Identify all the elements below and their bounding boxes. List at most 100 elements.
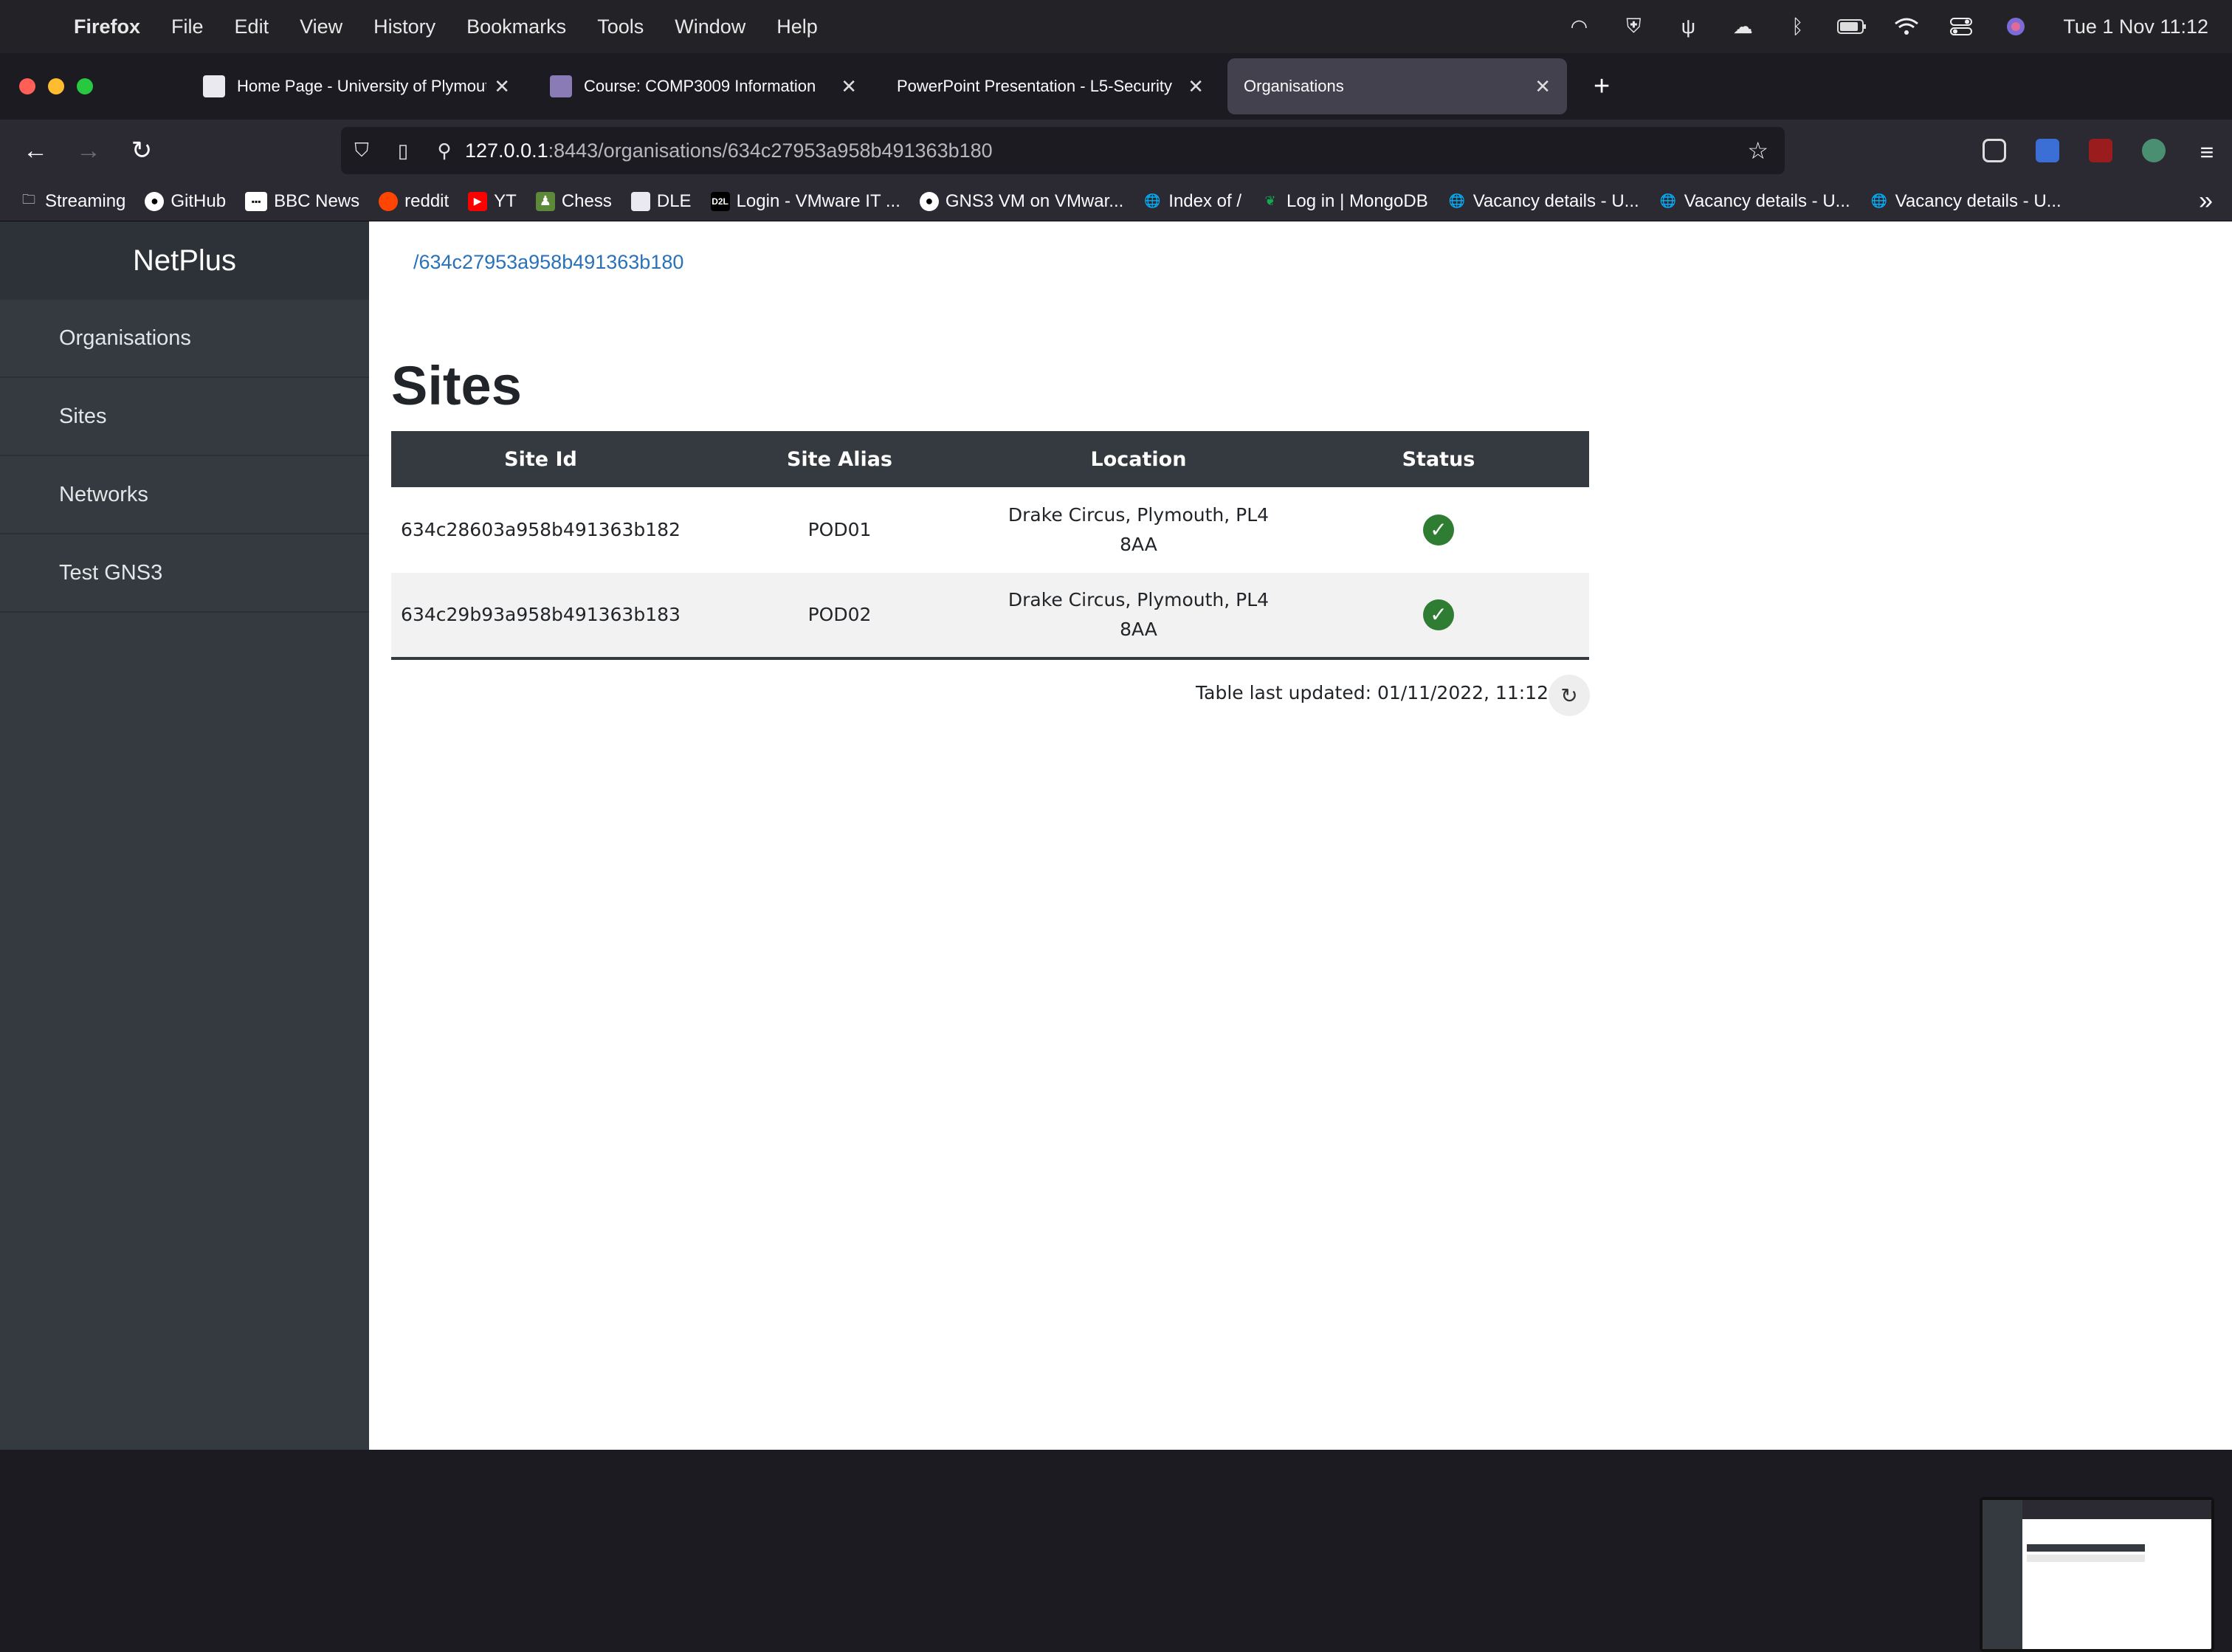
control-center-icon[interactable] [1946,16,1976,38]
url-path: :8443/organisations/634c27953a958b491363… [548,139,993,162]
utensils-icon[interactable]: ψ [1673,16,1703,38]
bookmark-star-icon[interactable]: ☆ [1747,137,1768,165]
permissions-icon[interactable]: ⚲ [424,140,465,162]
status-ok-check-icon: ✓ [1423,514,1454,545]
site-id-cell: 634c28603a958b491363b182 [391,487,690,573]
vpn-shield-icon[interactable]: ⛨ [1619,15,1648,38]
cloud-icon[interactable]: ☁ [1728,16,1757,38]
tab-powerpoint-presentation[interactable]: PowerPoint Presentation - L5-Security ✕ [881,58,1220,114]
globe-icon: 🌐 [1144,193,1161,208]
bookmark-vmware-login[interactable]: D2L Login - VMware IT ... [710,191,900,212]
close-tab-icon[interactable]: ✕ [1188,75,1204,98]
bookmark-streaming[interactable]: 🗀 Streaming [19,191,125,212]
table-row[interactable]: 634c29b93a958b491363b183 POD02 Drake Cir… [391,573,1589,660]
ublock-origin-icon[interactable] [2089,139,2112,162]
new-tab-plus-icon[interactable]: + [1594,71,1610,103]
table-header-row: Site Id Site Alias Location Status [391,431,1589,487]
brand-title[interactable]: NetPlus [0,221,369,300]
zoom-window-button[interactable] [77,78,93,94]
bookmark-github[interactable]: ● GitHub [145,191,226,212]
back-arrow-icon[interactable]: ← [9,128,62,173]
bookmark-yt[interactable]: ▶ YT [468,191,517,212]
table-row[interactable]: 634c28603a958b491363b182 POD01 Drake Cir… [391,487,1589,573]
tab-course-comp3009[interactable]: Course: COMP3009 Information ✕ [534,58,873,114]
location-line-1: Drake Circus, Plymouth, PL4 [1008,589,1270,610]
sidebar-item-networks[interactable]: Networks [0,456,369,534]
tracking-shield-icon[interactable]: ⛉ [341,139,382,162]
location-line-2: 8AA [1120,534,1157,555]
macos-menu-bar: Firefox File Edit View History Bookmarks… [0,0,2232,53]
close-tab-icon[interactable]: ✕ [1534,75,1551,98]
bookmark-mongodb[interactable]: ❦ Log in | MongoDB [1261,191,1427,212]
speedometer-icon[interactable]: ◠ [1564,16,1594,38]
menu-app-firefox[interactable]: Firefox [74,16,140,38]
column-header-site-id[interactable]: Site Id [391,431,690,487]
sidebar: NetPlus Organisations Sites Networks Tes… [0,221,369,1450]
thumbnail-sidebar [1983,1500,2022,1649]
sidebar-item-sites[interactable]: Sites [0,378,369,456]
university-favicon-icon [203,75,225,97]
bluetooth-icon[interactable]: ᛒ [1782,16,1812,38]
browser-tab-strip: Home Page - University of Plymouth ✕ Cou… [0,53,2232,120]
menu-edit[interactable]: Edit [235,16,269,38]
globe-icon: 🌐 [1659,193,1676,208]
forward-arrow-icon[interactable]: → [62,128,115,173]
bookmark-chess[interactable]: ♟ Chess [535,191,612,212]
minimize-window-button[interactable] [48,78,64,94]
pocket-icon[interactable] [1983,139,2006,162]
screenshot-thumbnail[interactable] [1980,1497,2214,1652]
refresh-icon[interactable]: ↻ [1549,675,1590,716]
close-tab-icon[interactable]: ✕ [494,75,510,98]
status-ok-check-icon: ✓ [1423,599,1454,630]
column-header-location[interactable]: Location [989,431,1288,487]
page-info-icon[interactable]: ▯ [382,140,424,162]
reload-icon[interactable]: ↻ [115,128,168,173]
more-bookmarks-chevron-icon[interactable]: » [2199,187,2213,216]
github-icon: ● [145,191,165,211]
bookmark-index-of[interactable]: 🌐 Index of / [1143,191,1241,212]
table-last-updated: Table last updated: 01/11/2022, 11:12:21 [1196,682,1579,703]
site-id-cell: 634c29b93a958b491363b183 [391,573,690,660]
bookmark-dle[interactable]: DLE [630,191,692,212]
column-header-site-alias[interactable]: Site Alias [690,431,989,487]
battery-icon[interactable] [1837,16,1867,38]
wifi-icon[interactable] [1892,16,1921,38]
bookmark-vacancy-2[interactable]: 🌐 Vacancy details - U... [1658,191,1850,212]
bookmark-gns3-vm[interactable]: ● GNS3 VM on VMwar... [919,191,1123,212]
sidebar-item-organisations[interactable]: Organisations [0,300,369,378]
tab-organisations[interactable]: Organisations ✕ [1227,58,1567,114]
chess-icon: ♟ [535,191,555,211]
sidebar-item-test-gns3[interactable]: Test GNS3 [0,534,369,613]
bookmark-vacancy-1[interactable]: 🌐 Vacancy details - U... [1447,191,1639,212]
tab-university-home[interactable]: Home Page - University of Plymouth ✕ [187,58,526,114]
close-window-button[interactable] [19,78,35,94]
folder-icon: 🗀 [22,191,35,207]
menu-help[interactable]: Help [776,16,818,38]
close-tab-icon[interactable]: ✕ [841,75,857,98]
menu-window[interactable]: Window [675,16,745,38]
bookmark-bbc-news[interactable]: ▪▪▪ BBC News [245,191,359,212]
bitwarden-icon[interactable] [2036,139,2059,162]
status-cell: ✓ [1288,487,1589,573]
menu-tools[interactable]: Tools [597,16,644,38]
location-cell: Drake Circus, Plymouth, PL4 8AA [989,487,1288,573]
sites-table: Site Id Site Alias Location Status 634c2… [391,431,1589,660]
thumbnail-table-row [2027,1555,2145,1562]
siri-icon[interactable] [2001,16,2031,38]
reddit-icon [379,191,399,211]
extension-icon[interactable] [2142,139,2166,162]
menu-file[interactable]: File [171,16,204,38]
d2l-icon: D2L [710,191,730,211]
column-header-status[interactable]: Status [1288,431,1589,487]
bookmark-reddit[interactable]: reddit [379,191,449,212]
breadcrumb-link[interactable]: /634c27953a958b491363b180 [413,251,683,274]
hamburger-menu-icon[interactable]: ≡ [2195,139,2219,165]
menu-history[interactable]: History [373,16,435,38]
youtube-icon: ▶ [468,191,488,211]
menu-bar-clock[interactable]: Tue 1 Nov 11:12 [2063,16,2208,38]
location-cell: Drake Circus, Plymouth, PL4 8AA [989,573,1288,660]
menu-view[interactable]: View [300,16,342,38]
menu-bookmarks[interactable]: Bookmarks [466,16,566,38]
bookmark-vacancy-3[interactable]: 🌐 Vacancy details - U... [1870,191,2061,212]
address-bar[interactable]: ⛉ ▯ ⚲ 127.0.0.1:8443/organisations/634c2… [341,127,1785,174]
